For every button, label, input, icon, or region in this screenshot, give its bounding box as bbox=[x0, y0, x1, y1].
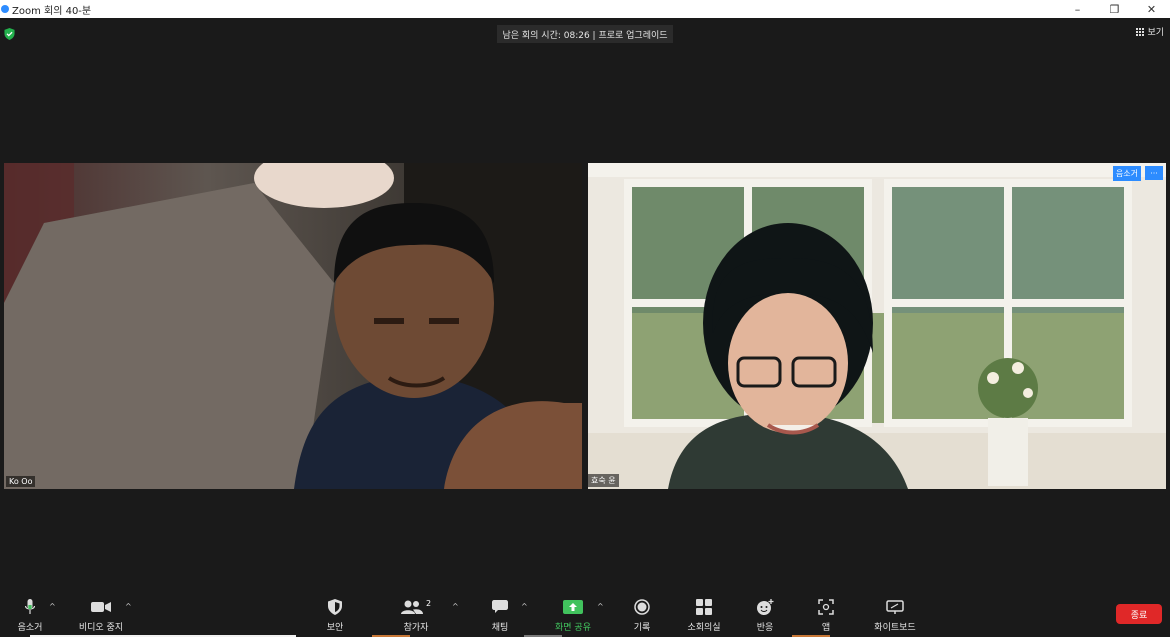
view-label: 보기 bbox=[1147, 28, 1164, 38]
title-bar: Zoom 회의 40-분 – ❐ ✕ bbox=[0, 0, 1170, 18]
share-options-caret[interactable]: ^ bbox=[597, 602, 604, 611]
video-frame-ko-oo bbox=[4, 163, 582, 489]
whiteboard-button[interactable]: 화이트보드 bbox=[865, 598, 925, 633]
apps-icon bbox=[818, 599, 834, 615]
restore-button[interactable]: ❐ bbox=[1096, 0, 1133, 18]
share-screen-icon bbox=[563, 600, 583, 614]
meeting-stage: 남은 회의 시간: 08:26 | 프로로 업그레이드 보기 Ko Oo 효숙 … bbox=[0, 18, 1170, 594]
participants-label: 참가자 bbox=[403, 623, 429, 633]
reaction-emoji-icon bbox=[757, 599, 774, 615]
participant-name-label: 효숙 윤 bbox=[588, 474, 619, 487]
video-options-caret[interactable]: ^ bbox=[125, 602, 132, 611]
zoom-app-icon bbox=[1, 5, 9, 13]
share-screen-label: 화면 공유 bbox=[555, 623, 591, 633]
end-meeting-button[interactable]: 종료 bbox=[1116, 604, 1162, 624]
chat-label: 채팅 bbox=[491, 623, 509, 633]
meeting-toolbar: 음소거 ^ 비디오 중지 ^ 보안 2 참가자 ^ 채팅 ^ 화면 공유 ^ 기… bbox=[0, 594, 1170, 637]
minimize-button[interactable]: – bbox=[1059, 0, 1096, 18]
breakout-rooms-button[interactable]: 소회의실 bbox=[674, 598, 734, 633]
participants-options-caret[interactable]: ^ bbox=[452, 602, 459, 611]
close-button[interactable]: ✕ bbox=[1133, 0, 1170, 18]
participant-video-ko-oo[interactable]: Ko Oo bbox=[4, 163, 582, 489]
video-frame-hyosuk-yun bbox=[588, 163, 1166, 489]
breakout-rooms-icon bbox=[696, 599, 712, 615]
security-label: 보안 bbox=[326, 623, 344, 633]
record-icon bbox=[634, 599, 650, 615]
video-camera-icon bbox=[91, 602, 111, 612]
participant-mute-button[interactable]: 음소거 bbox=[1112, 166, 1141, 181]
participants-button[interactable]: 2 참가자 bbox=[386, 598, 446, 633]
view-button[interactable]: 보기 bbox=[1136, 25, 1164, 38]
window-title: Zoom 회의 40-분 bbox=[12, 5, 92, 17]
mute-label: 음소거 bbox=[17, 623, 43, 633]
apps-label: 앱 bbox=[821, 623, 831, 633]
microphone-icon bbox=[25, 599, 35, 614]
participant-more-button[interactable]: ··· bbox=[1145, 166, 1163, 180]
encryption-shield-icon[interactable] bbox=[4, 28, 15, 40]
participants-count-badge: 2 bbox=[425, 598, 432, 608]
security-shield-icon bbox=[328, 599, 342, 615]
record-button[interactable]: 기록 bbox=[612, 598, 672, 633]
reactions-button[interactable]: 반응 bbox=[735, 598, 795, 633]
chat-bubble-icon bbox=[492, 600, 508, 613]
participants-icon bbox=[400, 600, 423, 614]
reactions-label: 반응 bbox=[756, 623, 774, 633]
chat-options-caret[interactable]: ^ bbox=[521, 602, 528, 611]
share-screen-button[interactable]: 화면 공유 bbox=[543, 598, 603, 633]
security-button[interactable]: 보안 bbox=[305, 598, 365, 633]
whiteboard-label: 화이트보드 bbox=[874, 623, 916, 633]
meeting-timer-banner[interactable]: 남은 회의 시간: 08:26 | 프로로 업그레이드 bbox=[497, 25, 673, 43]
participant-name-label: Ko Oo bbox=[6, 476, 36, 487]
grid-view-icon bbox=[1136, 27, 1145, 36]
whiteboard-icon bbox=[886, 600, 904, 614]
audio-options-caret[interactable]: ^ bbox=[49, 602, 56, 611]
apps-button[interactable]: 앱 bbox=[796, 598, 856, 633]
participant-video-hyosuk-yun[interactable]: 효숙 윤 음소거 ··· bbox=[588, 163, 1166, 489]
breakout-rooms-label: 소회의실 bbox=[687, 623, 721, 633]
stop-video-button[interactable]: 비디오 중지 bbox=[71, 598, 131, 633]
stop-video-label: 비디오 중지 bbox=[78, 623, 124, 633]
record-label: 기록 bbox=[633, 623, 651, 633]
